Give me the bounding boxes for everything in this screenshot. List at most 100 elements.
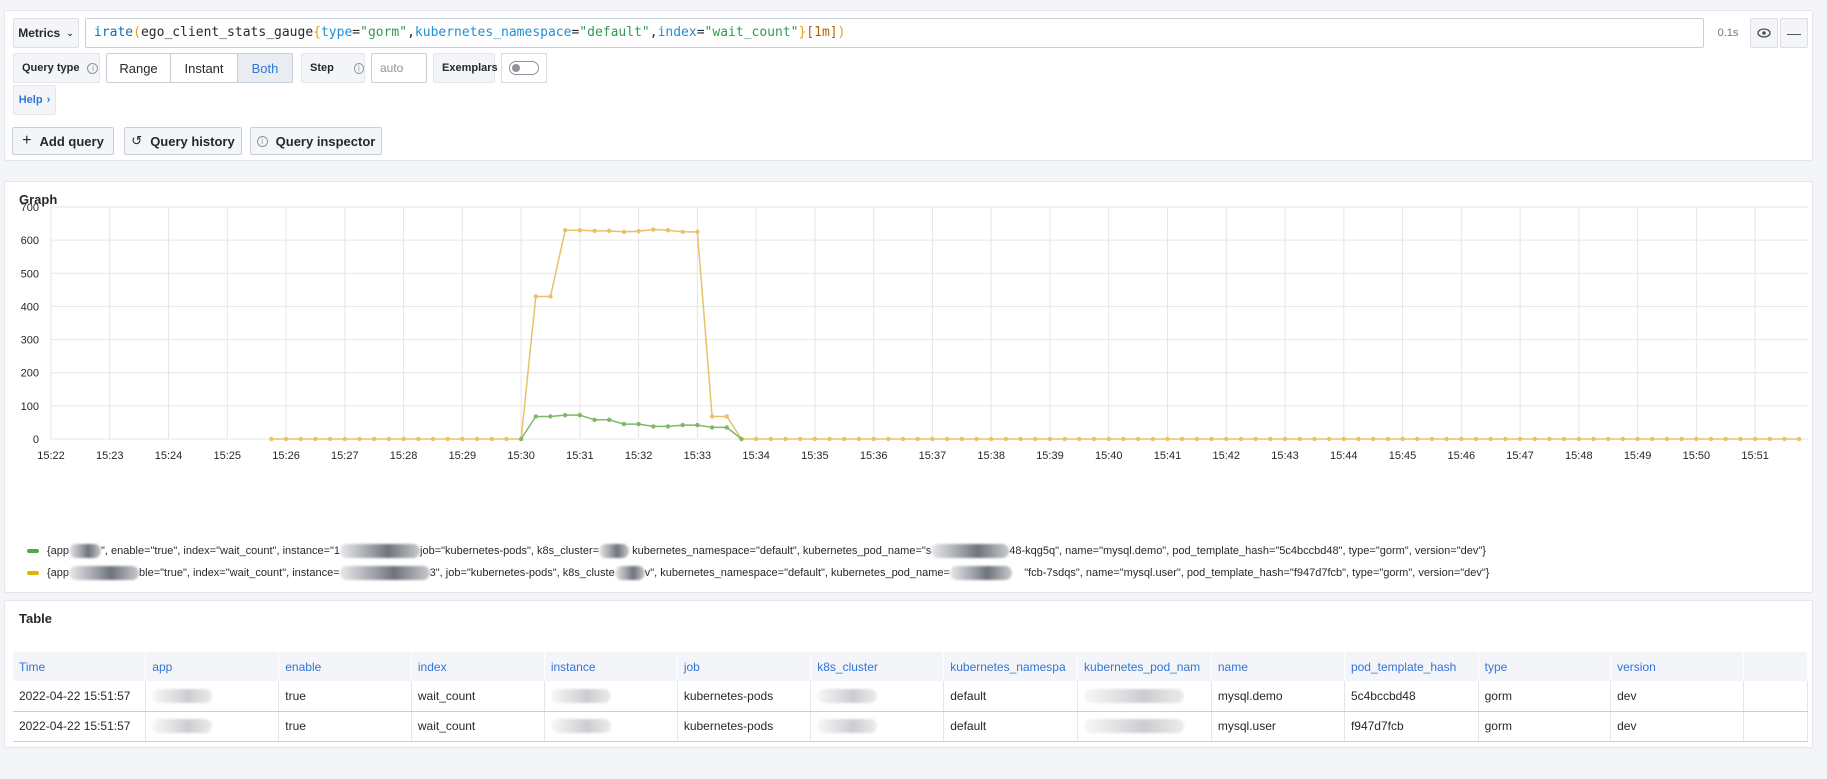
query-type-both[interactable]: Both (238, 54, 292, 82)
data-point (1165, 436, 1170, 442)
query-history-button[interactable]: ↺ Query history (124, 127, 242, 155)
x-tick-label: 15:25 (214, 450, 242, 462)
table-cell: 5c4bccbd48 (1344, 681, 1479, 712)
data-point (460, 436, 465, 442)
x-tick-label: 15:29 (449, 450, 477, 462)
metrics-browser-button[interactable]: Metrics ⌄ (13, 18, 79, 48)
query-token: = (696, 25, 705, 40)
column-header[interactable] (1743, 652, 1809, 681)
x-tick-label: 15:49 (1624, 450, 1652, 462)
data-point (1356, 436, 1361, 442)
data-point (1179, 436, 1185, 442)
data-point (636, 228, 641, 234)
column-header[interactable]: pod_template_hash (1344, 652, 1479, 681)
x-tick-label: 15:41 (1154, 450, 1182, 462)
data-point (342, 436, 348, 442)
hide-query-button[interactable] (1750, 18, 1778, 48)
legend-item[interactable]: {app ble="true", index="wait_count", inst… (27, 565, 1489, 581)
data-point (533, 294, 538, 299)
y-tick-label: 200 (21, 368, 39, 380)
x-tick-label: 15:48 (1565, 450, 1593, 462)
table-cell: gorm (1478, 681, 1612, 712)
query-token: , (407, 25, 415, 40)
column-header[interactable]: kubernetes_namespa (943, 652, 1079, 681)
data-point (474, 436, 480, 442)
column-header[interactable]: name (1211, 652, 1345, 681)
query-token: index (657, 25, 697, 40)
exemplars-toggle[interactable] (509, 61, 539, 75)
series-swatch (27, 571, 39, 575)
x-tick-label: 15:32 (625, 450, 653, 462)
data-point (709, 414, 715, 419)
data-point (313, 436, 318, 442)
data-point (1444, 436, 1449, 442)
query-token: ego_client_stats_gauge (140, 25, 314, 40)
data-point (989, 436, 994, 442)
x-tick-label: 15:42 (1212, 450, 1240, 462)
step-input[interactable]: auto (371, 53, 427, 83)
info-icon[interactable]: i (353, 62, 364, 74)
data-point (1121, 436, 1126, 442)
data-point (386, 436, 392, 442)
data-point (827, 436, 832, 442)
x-tick-label: 15:24 (155, 450, 183, 462)
table-cell: 2022-04-22 15:51:57 (13, 711, 147, 742)
data-point (533, 414, 538, 419)
data-point (1415, 436, 1420, 442)
column-header[interactable]: k8s_cluster (810, 652, 945, 681)
table-cell: true (278, 681, 412, 712)
x-tick-label: 15:51 (1741, 450, 1769, 462)
data-point (592, 228, 597, 234)
x-tick-label: 15:36 (860, 450, 888, 462)
column-header[interactable]: app (145, 652, 280, 681)
data-point (695, 229, 700, 235)
remove-query-button[interactable]: — (1780, 18, 1808, 48)
time-series-chart[interactable]: 0 100 200 300 400 500 600 700 15:22 15:23 15:24 15:… (5, 182, 1814, 552)
query-inspector-label: Query inspector (275, 133, 376, 149)
info-circle-icon: i (256, 135, 268, 147)
column-header[interactable]: index (411, 652, 545, 681)
query-type-instant[interactable]: Instant (171, 54, 238, 82)
query-type-range[interactable]: Range (107, 54, 171, 82)
column-header[interactable]: kubernetes_pod_nam (1077, 652, 1212, 681)
data-point (959, 436, 965, 442)
query-inspector-button[interactable]: i Query inspector (250, 127, 382, 155)
exemplars-toggle-wrap (501, 53, 547, 83)
x-tick-label: 15:22 (37, 450, 65, 462)
info-icon[interactable]: i (87, 62, 99, 74)
query-type-label-box: Query type i (13, 53, 100, 83)
column-header[interactable]: instance (544, 652, 678, 681)
table-cell (1743, 681, 1809, 712)
legend-item[interactable]: {app ", enable="true", index="wait_count"… (27, 543, 1486, 559)
column-header[interactable]: job (677, 652, 812, 681)
help-button[interactable]: Help › (13, 85, 56, 115)
table-cell (145, 681, 280, 712)
query-options-row: Query type i Range Instant Both Step i a… (13, 53, 613, 83)
data-point (695, 422, 700, 428)
table-cell: wait_count (411, 681, 545, 712)
data-point (269, 436, 274, 442)
column-header[interactable]: type (1478, 652, 1612, 681)
table-cell (1743, 711, 1809, 742)
promql-query-input[interactable]: irate(ego_client_stats_gauge{type="gorm"… (85, 18, 1704, 48)
data-point (1635, 436, 1640, 442)
data-point (944, 436, 950, 442)
column-header[interactable]: enable (278, 652, 412, 681)
column-header[interactable]: Time (13, 652, 147, 681)
legend-text: {app ble="true", index="wait_count", inst… (47, 566, 1490, 580)
data-point (592, 417, 597, 422)
query-row: Metrics ⌄ irate(ego_client_stats_gauge{t… (13, 18, 1808, 49)
data-point (1708, 436, 1714, 442)
query-token: type (320, 25, 353, 40)
query-token: [1m] (806, 25, 838, 40)
table-cell (145, 711, 280, 742)
add-query-button[interactable]: + Add query (12, 127, 114, 155)
data-point (724, 414, 729, 419)
data-point (1796, 436, 1802, 442)
column-header[interactable]: version (1610, 652, 1744, 681)
data-point (1752, 436, 1758, 442)
data-point (621, 421, 627, 427)
redacted-value (152, 689, 213, 704)
x-tick-label: 15:40 (1095, 450, 1123, 462)
y-tick-label: 100 (21, 401, 39, 413)
